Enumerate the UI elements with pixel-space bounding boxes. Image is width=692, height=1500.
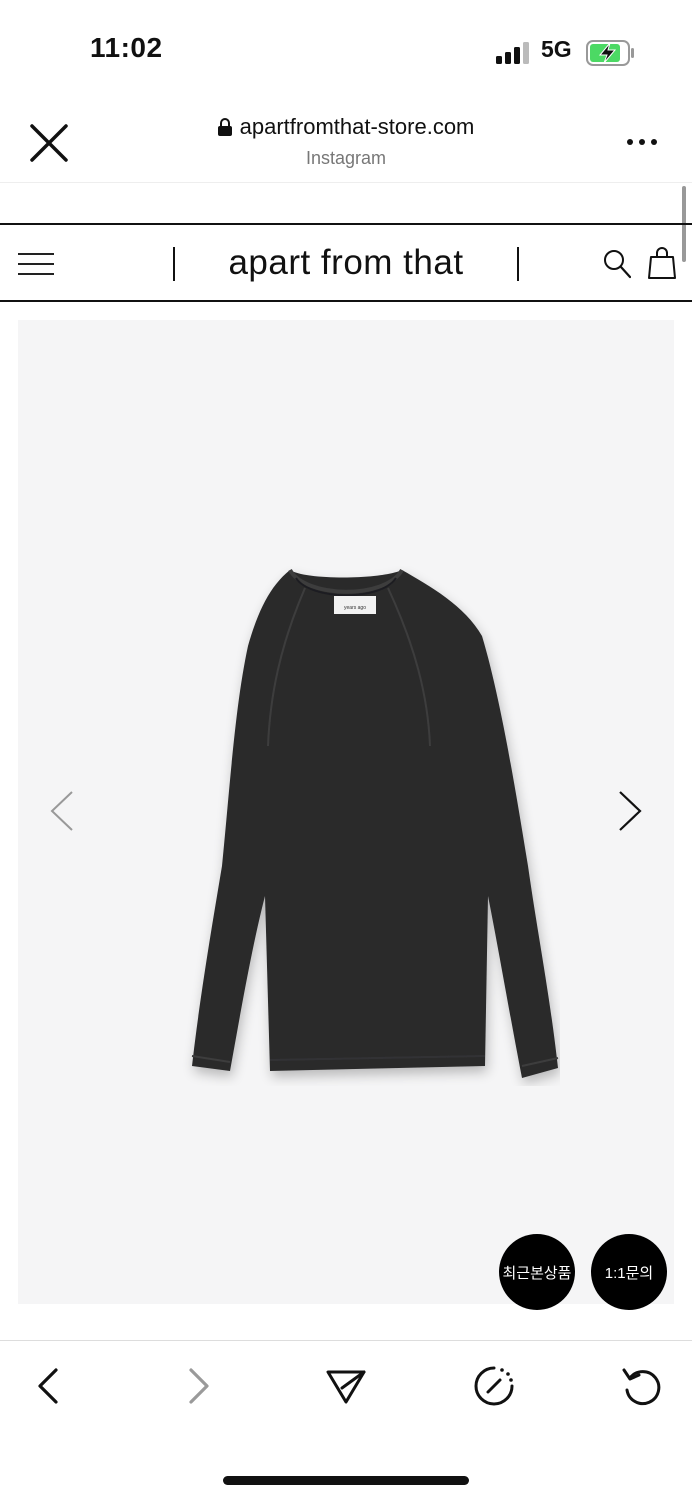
url-text: apartfromthat-store.com xyxy=(239,114,475,139)
recently-viewed-button[interactable]: 최근본상품 xyxy=(499,1234,575,1310)
brand-divider-left xyxy=(173,247,175,281)
status-time: 11:02 xyxy=(90,32,163,63)
brand-divider-right xyxy=(517,247,519,281)
toolbar-divider xyxy=(0,1340,692,1341)
lock-icon xyxy=(217,118,232,136)
forward-icon[interactable] xyxy=(177,1364,221,1408)
header-divider xyxy=(0,182,692,183)
product-image: years ago xyxy=(191,568,559,1078)
product-image-carousel[interactable]: years ago xyxy=(18,320,674,1304)
garment-label-text: years ago xyxy=(344,605,366,611)
battery-charging-icon xyxy=(586,40,634,66)
source-label: Instagram xyxy=(305,148,387,168)
site-navbar: apart from that xyxy=(0,223,692,302)
search-icon[interactable] xyxy=(603,249,631,279)
chevron-right-icon[interactable] xyxy=(616,788,646,834)
inquiry-button[interactable]: 1:1문의 xyxy=(591,1234,667,1310)
back-icon[interactable] xyxy=(28,1364,72,1408)
hamburger-menu-icon[interactable] xyxy=(18,251,54,277)
send-icon[interactable] xyxy=(324,1364,368,1408)
signal-icon xyxy=(496,42,529,64)
compass-icon[interactable] xyxy=(472,1364,516,1408)
url-bar[interactable]: apartfromthat-store.com xyxy=(0,114,692,140)
home-indicator xyxy=(223,1476,469,1485)
chevron-left-icon[interactable] xyxy=(46,788,76,834)
bag-icon[interactable] xyxy=(648,247,676,279)
reload-icon[interactable] xyxy=(620,1364,664,1408)
network-type: 5G xyxy=(541,36,572,62)
site-logo[interactable]: apart from that xyxy=(176,243,516,283)
more-icon[interactable] xyxy=(624,132,660,152)
